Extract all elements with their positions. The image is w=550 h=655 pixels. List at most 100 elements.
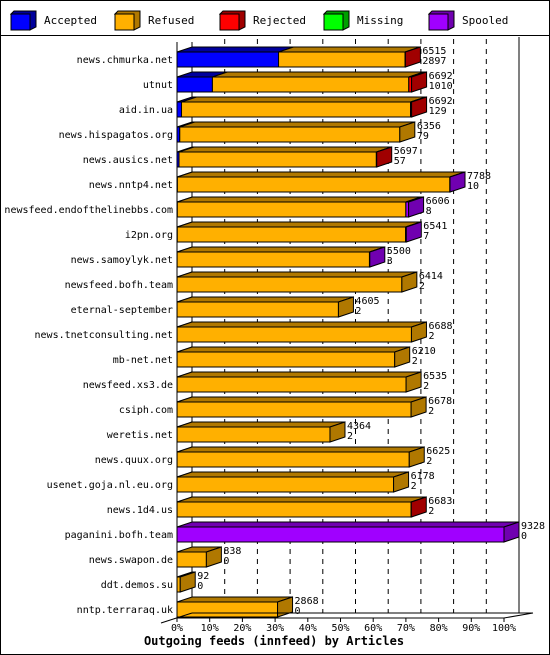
- category-label: mb-net.net: [113, 355, 173, 366]
- data-label-accepted: 2897: [422, 56, 446, 67]
- data-label-accepted: 0: [223, 556, 229, 567]
- bar-ddt.demos.su: 920: [176, 571, 209, 593]
- x-tick-label: 30%: [266, 623, 284, 634]
- bar-segment-top: [177, 221, 421, 228]
- bar-segment-top: [176, 396, 427, 403]
- bar-aid.in.ua: 6692129: [176, 96, 453, 118]
- bar-news.samoylyk.net: 55003: [176, 246, 411, 268]
- bar-segment-top: [176, 321, 427, 328]
- bar-nntp.terraraq.uk: 28680: [176, 596, 319, 618]
- bar-segment-top: [176, 246, 385, 253]
- bar-segment-top: [177, 196, 422, 203]
- bar-news.1d4.us: 66832: [176, 496, 452, 518]
- bar-segment-refused: [176, 401, 412, 418]
- x-tick-label: 40%: [299, 623, 317, 634]
- bar-segment-accepted: [176, 51, 280, 68]
- category-label: paganini.bofh.team: [65, 530, 173, 541]
- data-label-accepted: 2: [423, 381, 429, 392]
- bar-news.tnetconsulting.net: 66882: [176, 321, 453, 343]
- bar-segment-refused: [176, 601, 279, 618]
- bar-segment-top: [176, 271, 418, 278]
- data-label-accepted: 79: [417, 131, 429, 142]
- category-label: usenet.goja.nl.eu.org: [47, 480, 173, 491]
- bar-segment-refused: [176, 376, 407, 393]
- bar-segment-refused: [176, 476, 395, 493]
- bar-segment-refused: [176, 551, 207, 568]
- data-label-accepted: 2: [411, 481, 417, 492]
- bar-eternal-september: 46052: [176, 296, 380, 318]
- bar-segment-top: [179, 121, 415, 128]
- data-label-accepted: 1010: [429, 81, 453, 92]
- bar-segment-refused: [176, 426, 331, 443]
- data-label-accepted: 2: [428, 506, 434, 517]
- category-label: news.hispagatos.org: [59, 130, 173, 141]
- category-label: news.samoylyk.net: [71, 255, 173, 266]
- bar-news.hispagatos.org: 635679: [176, 121, 441, 143]
- bar-segment-top: [177, 171, 465, 178]
- x-tick-label: 90%: [462, 623, 480, 634]
- bar-segment-refused: [278, 51, 406, 68]
- bar-segment-top: [176, 421, 346, 428]
- bar-chart: 65152897 66921010 6692129 635679 569757 77881…: [4, 37, 545, 648]
- bar-segment-refused: [181, 101, 412, 118]
- bar-segment-top: [176, 521, 520, 528]
- bar-news.chmurka.net: 65152897: [176, 46, 446, 68]
- bar-segment-top: [176, 596, 293, 603]
- category-label: ddt.demos.su: [101, 580, 173, 591]
- bar-segment-refused: [176, 226, 407, 243]
- bar-newsfeed.endofthelinebbs.com: 66068: [176, 196, 450, 218]
- data-label-accepted: 7: [423, 231, 429, 242]
- bar-segment-refused: [176, 251, 370, 268]
- category-label: news.ausics.net: [83, 155, 173, 166]
- data-label-accepted: 2: [428, 406, 434, 417]
- category-label: news.1d4.us: [107, 505, 173, 516]
- category-label: i2pn.org: [125, 230, 173, 241]
- bar-segment-top: [176, 46, 294, 53]
- floor-right-edge: [503, 612, 534, 619]
- data-label-accepted: 10: [467, 181, 479, 192]
- category-label: aid.in.ua: [119, 105, 173, 116]
- data-label-accepted: 0: [197, 581, 203, 592]
- bar-weretis.net: 43642: [176, 421, 371, 443]
- bar-segment-top: [176, 446, 425, 453]
- bar-segment-refused: [176, 326, 412, 343]
- category-label: news.nntp4.net: [89, 180, 173, 191]
- category-label: csiph.com: [119, 405, 173, 416]
- bar-news.nntp4.net: 778810: [176, 171, 491, 193]
- bar-segment-top: [212, 71, 424, 78]
- bar-segment-top: [176, 371, 422, 378]
- bar-segment-refused: [176, 451, 410, 468]
- bar-segment-top: [181, 96, 426, 103]
- category-label: newsfeed.xs3.de: [83, 380, 173, 391]
- x-axis-title: Outgoing feeds (innfeed) by Articles: [144, 634, 404, 648]
- bar-segment-refused: [179, 126, 401, 143]
- bar-usenet.goja.nl.eu.org: 61782: [176, 471, 435, 493]
- data-label-accepted: 2: [412, 356, 418, 367]
- category-label: weretis.net: [107, 430, 173, 441]
- bar-segment-top: [176, 471, 409, 478]
- category-label: news.quux.org: [95, 455, 173, 466]
- bar-news.ausics.net: 569757: [176, 146, 418, 168]
- bar-segment-refused: [176, 301, 339, 318]
- bar-segment-refused: [176, 201, 407, 218]
- category-label: nntp.terraraq.uk: [77, 605, 173, 616]
- bar-news.quux.org: 66252: [176, 446, 450, 468]
- bar-utnut: 66921010: [176, 71, 453, 93]
- bar-segment-refused: [176, 351, 396, 368]
- x-tick-label: 20%: [233, 623, 251, 634]
- data-label-accepted: 57: [394, 156, 406, 167]
- category-labels: news.chmurka.net utnut aid.in.ua news.hispa…: [4, 55, 173, 616]
- bar-newsfeed.xs3.de: 65352: [176, 371, 447, 393]
- category-label: news.chmurka.net: [77, 55, 173, 66]
- bar-mb-net.net: 62102: [176, 346, 436, 368]
- data-label-accepted: 2: [419, 281, 425, 292]
- x-tick-label: 60%: [364, 623, 382, 634]
- bar-segment-spooled: [176, 526, 505, 543]
- bar-csiph.com: 66782: [176, 396, 452, 418]
- x-tick-label: 0%: [171, 623, 183, 634]
- bar-segment-top: [178, 146, 392, 153]
- bar-segment-top: [176, 496, 427, 503]
- data-label-accepted: 8: [426, 206, 432, 217]
- bar-segment-refused: [178, 151, 377, 168]
- bar-segment-top: [176, 346, 410, 353]
